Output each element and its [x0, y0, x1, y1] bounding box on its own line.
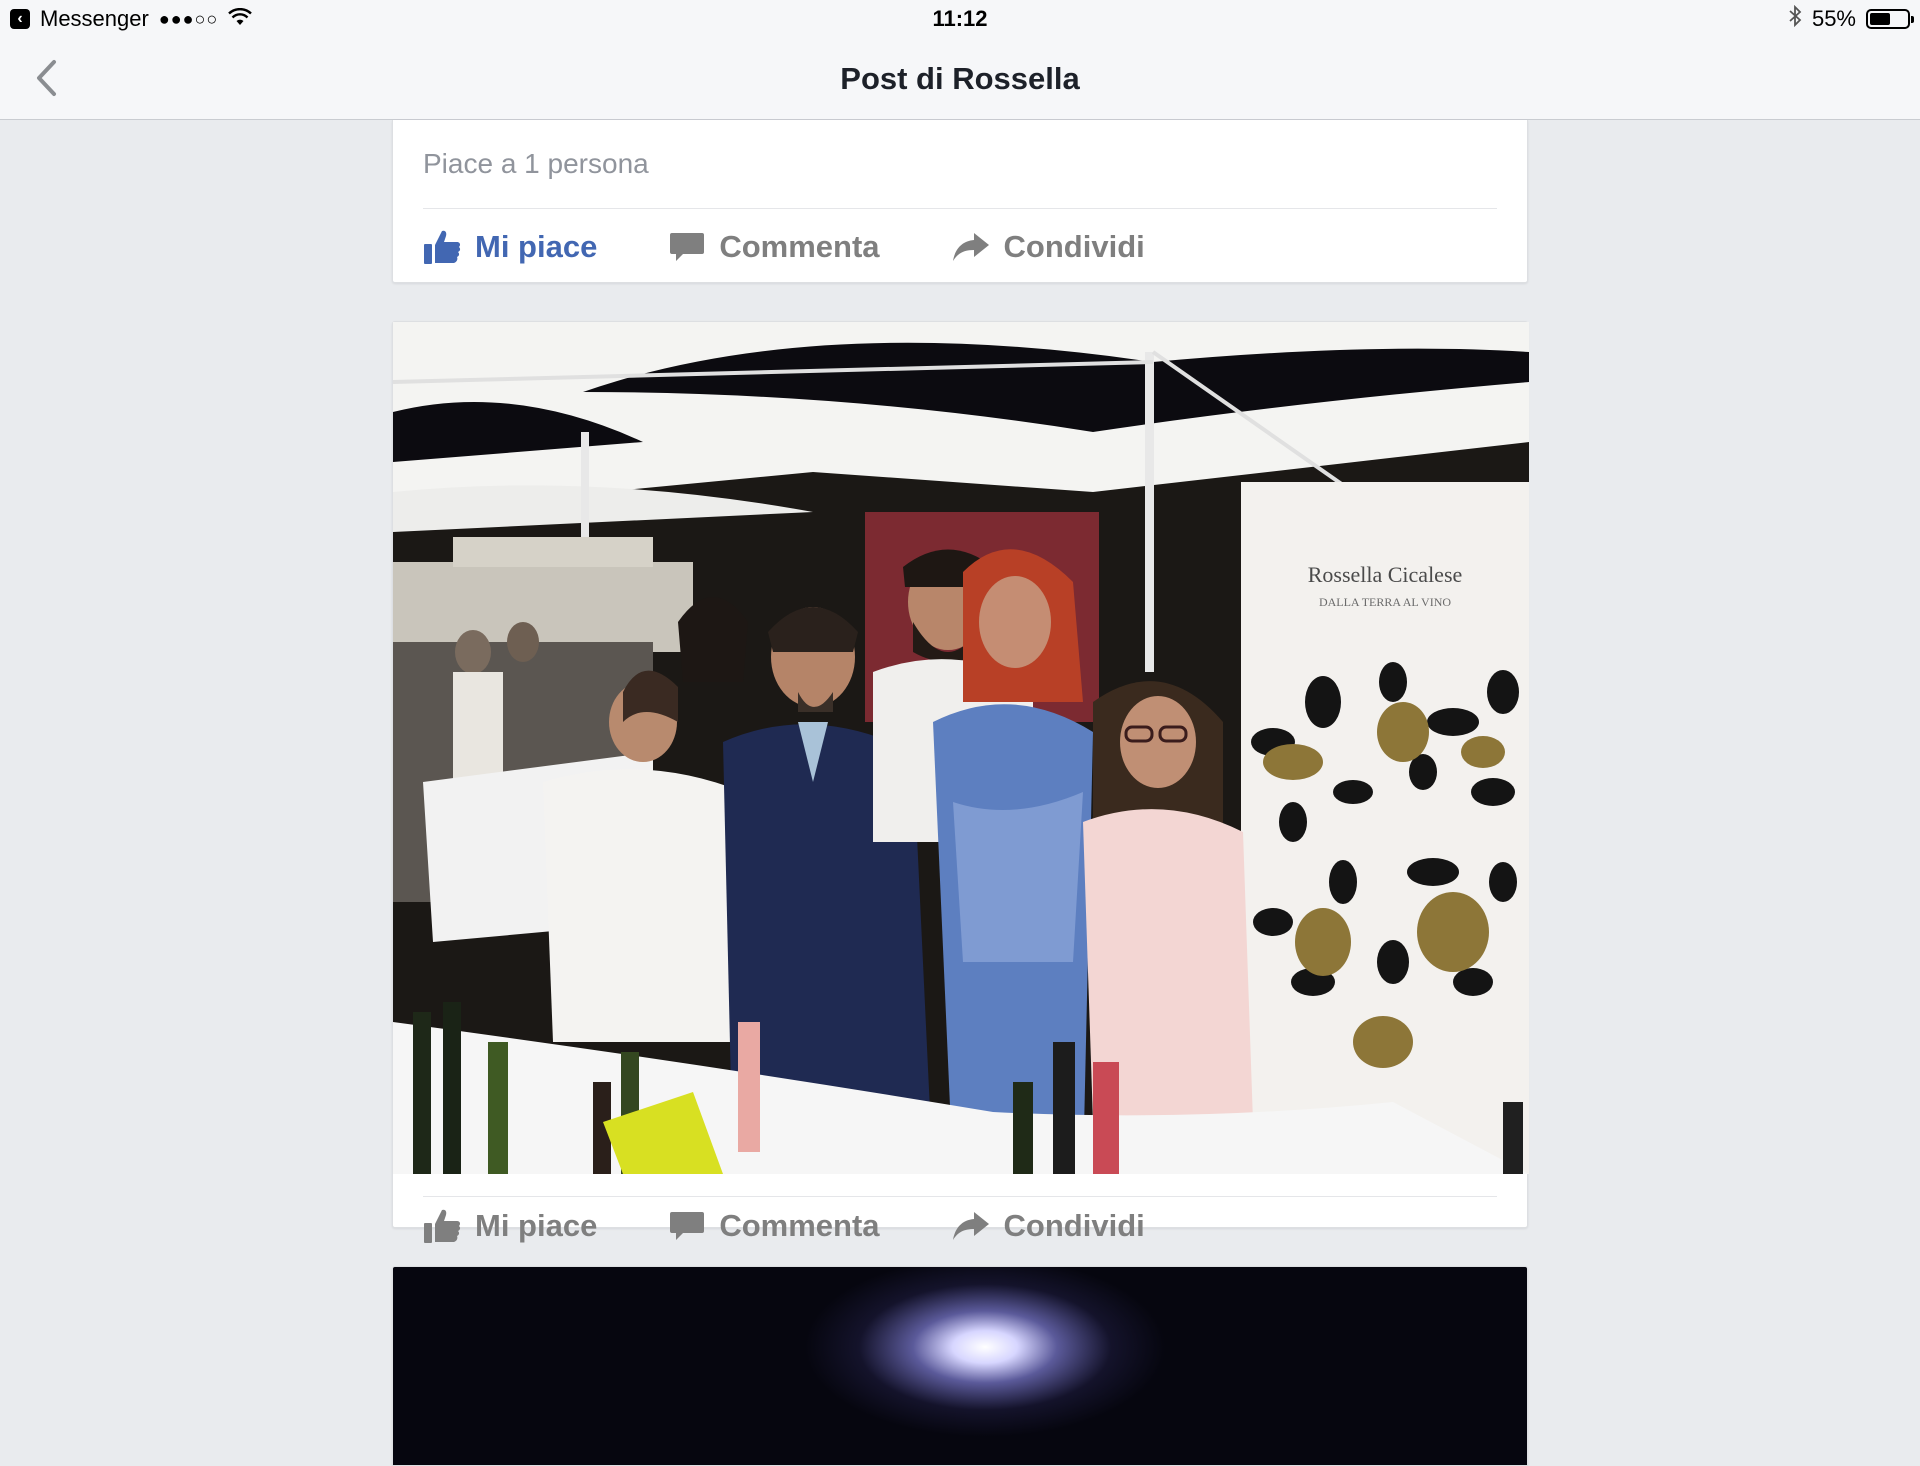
back-button[interactable] — [26, 56, 66, 100]
event-photo-image: Rossella Cicalese DALLA TERRA AL VINO — [393, 322, 1529, 1174]
battery-percent: 55% — [1811, 6, 1856, 31]
post-actions: Mi piace Commenta Condividi — [423, 209, 1497, 285]
like-label: Mi piace — [475, 1208, 598, 1243]
wifi-icon — [228, 6, 253, 32]
post-photo[interactable]: Rossella Cicalese DALLA TERRA AL VINO — [393, 322, 1529, 1174]
post-actions: Mi piace Commenta Condividi — [423, 1188, 1497, 1264]
like-label: Mi piace — [475, 229, 598, 264]
bluetooth-icon — [1788, 4, 1802, 33]
share-arrow-icon — [952, 1212, 989, 1240]
like-button[interactable]: Mi piace — [423, 1208, 597, 1244]
like-button[interactable]: Mi piace — [423, 229, 597, 265]
share-label: Condividi — [1003, 1208, 1145, 1243]
comment-bubble-icon — [670, 1212, 705, 1240]
share-button[interactable]: Condividi — [952, 229, 1145, 265]
page-title: Post di Rossella — [840, 60, 1080, 96]
chevron-left-icon — [37, 60, 56, 96]
status-bar: ‹ Messenger ●●●○○ 11:12 55% — [0, 0, 1920, 38]
comment-label: Commenta — [719, 1208, 880, 1243]
comment-label: Commenta — [719, 229, 880, 264]
status-right: 55% — [1788, 4, 1914, 33]
post-card: Piace a 1 persona Mi piace Commenta Cond… — [392, 120, 1528, 283]
status-left: ‹ Messenger ●●●○○ — [10, 6, 253, 32]
thumbs-up-icon — [424, 230, 461, 264]
likes-summary[interactable]: Piace a 1 persona — [423, 148, 649, 180]
comment-button[interactable]: Commenta — [669, 1208, 880, 1244]
share-button[interactable]: Condividi — [952, 1208, 1145, 1244]
comment-button[interactable]: Commenta — [669, 229, 880, 265]
back-to-app-icon[interactable]: ‹ — [10, 9, 30, 29]
banner-title-text: Rossella Cicalese — [1308, 562, 1463, 587]
navigation-bar: Post di Rossella — [0, 38, 1920, 120]
post-feed: Piace a 1 persona Mi piace Commenta Cond… — [392, 120, 1529, 1466]
back-to-app-label[interactable]: Messenger — [40, 6, 149, 32]
comment-bubble-icon — [670, 233, 705, 261]
thumbs-up-icon — [424, 1209, 461, 1243]
battery-icon — [1866, 9, 1914, 29]
post-card-next-photo[interactable] — [392, 1266, 1528, 1466]
status-time: 11:12 — [932, 6, 988, 31]
signal-strength-indicator: ●●●○○ — [158, 8, 219, 29]
share-arrow-icon — [952, 233, 989, 261]
battery-level-fill — [1870, 13, 1890, 25]
banner-subtitle-text: DALLA TERRA AL VINO — [1319, 595, 1451, 609]
share-label: Condividi — [1003, 229, 1145, 264]
post-card: Rossella Cicalese DALLA TERRA AL VINO Mi… — [392, 321, 1529, 1243]
